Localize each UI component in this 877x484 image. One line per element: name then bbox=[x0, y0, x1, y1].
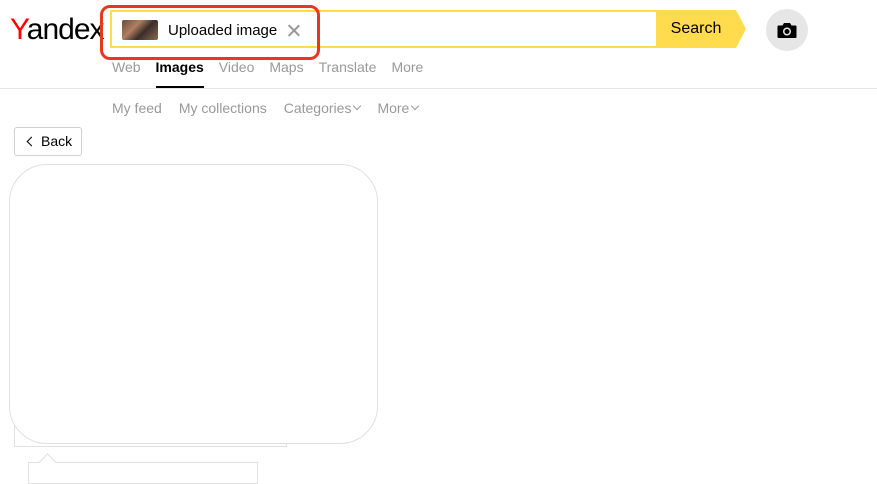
image-caption: Original image bbox=[30, 393, 127, 410]
subnav-categories[interactable]: Categories bbox=[283, 100, 362, 116]
logo-text: andex bbox=[26, 13, 105, 46]
images-subnav: My feed My collections Categories More bbox=[112, 100, 435, 116]
tab-web[interactable]: Web bbox=[112, 58, 141, 80]
original-image-card[interactable]: NaMo Supporters Original image 729×404 bbox=[14, 184, 287, 447]
uploaded-image-thumbnail bbox=[122, 20, 158, 40]
tab-video[interactable]: Video bbox=[219, 58, 255, 80]
yandex-logo[interactable]: Yandex bbox=[10, 10, 105, 50]
service-tabs: Web Images Video Maps Translate More bbox=[112, 58, 438, 89]
chevron-down-icon bbox=[411, 101, 420, 111]
image-size: 729×404 bbox=[29, 416, 77, 430]
clear-icon[interactable] bbox=[287, 23, 301, 37]
details-panel bbox=[28, 462, 258, 484]
subnav-label: My collections bbox=[178, 100, 267, 116]
tab-more[interactable]: More bbox=[391, 58, 423, 80]
camera-icon bbox=[777, 22, 797, 38]
subnav-label: More bbox=[377, 100, 410, 116]
subnav-my-collections[interactable]: My collections bbox=[179, 100, 267, 116]
header-divider bbox=[0, 88, 877, 89]
search-bar: Uploaded image Search bbox=[110, 10, 746, 48]
subnav-label: Categories bbox=[283, 100, 352, 116]
back-button[interactable]: Back bbox=[14, 127, 82, 156]
tab-translate[interactable]: Translate bbox=[319, 58, 377, 80]
logo-letter-y: Y bbox=[10, 13, 28, 46]
original-image[interactable]: NaMo Supporters bbox=[15, 196, 286, 372]
camera-button[interactable] bbox=[766, 9, 808, 51]
tab-maps[interactable]: Maps bbox=[269, 58, 303, 80]
subnav-more[interactable]: More bbox=[377, 100, 420, 116]
uploaded-image-chip[interactable]: Uploaded image bbox=[122, 20, 301, 40]
chevron-left-icon bbox=[26, 136, 37, 147]
uploaded-image-label: Uploaded image bbox=[168, 21, 278, 39]
back-label: Back bbox=[41, 133, 73, 149]
subnav-label: My feed bbox=[112, 100, 162, 116]
search-button[interactable]: Search bbox=[656, 10, 746, 48]
subnav-my-feed[interactable]: My feed bbox=[112, 100, 162, 116]
watermark-text: NaMo Supporters bbox=[17, 201, 72, 208]
chevron-down-icon bbox=[353, 101, 362, 111]
photo-drawing bbox=[15, 196, 286, 372]
search-input[interactable]: Uploaded image bbox=[110, 10, 660, 48]
tab-images[interactable]: Images bbox=[155, 58, 205, 89]
